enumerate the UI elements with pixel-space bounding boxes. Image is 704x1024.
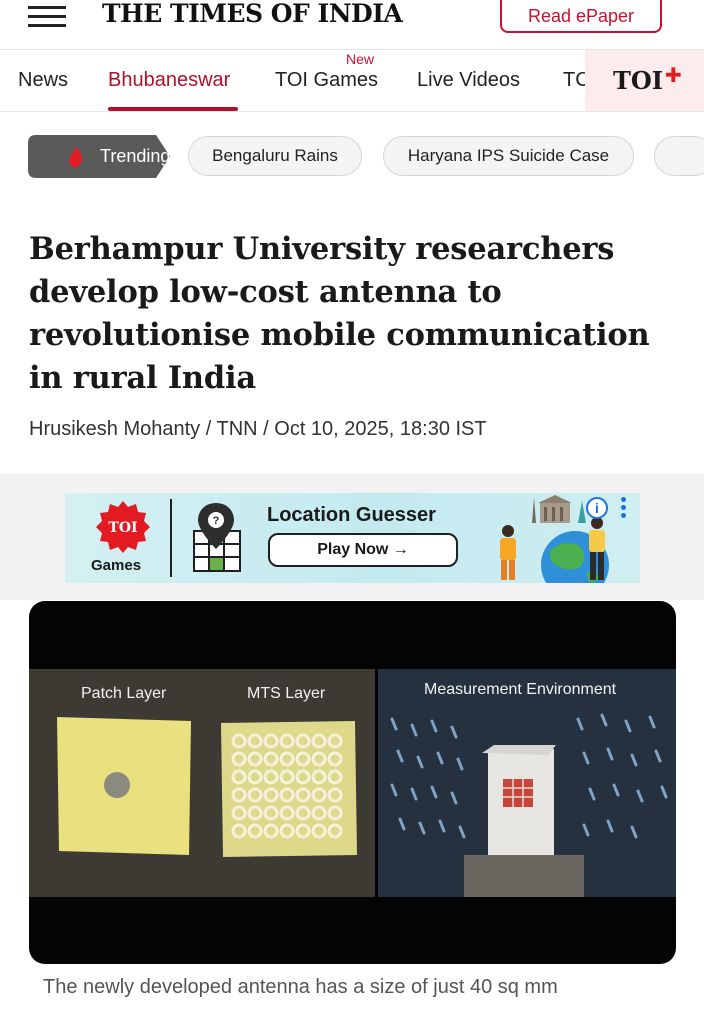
ad-divider (170, 499, 172, 577)
nav-item-news[interactable]: News (18, 69, 68, 92)
photo-panel-layers: Patch Layer MTS Layer (29, 669, 375, 897)
nav-item-bhubaneswar[interactable]: Bhubaneswar (108, 69, 230, 92)
toi-plus-button[interactable]: TOI ✚ (585, 50, 704, 111)
site-logo[interactable]: THE TIMES OF INDIA (102, 0, 403, 28)
article-byline: Hrusikesh Mohanty / TNN / Oct 10, 2025, … (29, 418, 487, 440)
active-tab-indicator (108, 107, 238, 111)
svg-text:?: ? (213, 515, 220, 527)
trending-chip-haryana-ips[interactable]: Haryana IPS Suicide Case (383, 136, 634, 176)
photo-panel-measurement: Measurement Environment (378, 669, 676, 897)
ad-brand-sub: Games (91, 557, 142, 574)
trending-label: Trending (100, 146, 171, 166)
measurement-environment-label: Measurement Environment (424, 681, 617, 698)
ad-play-now-button[interactable]: Play Now → (268, 533, 458, 567)
article-headline: Berhampur University researchers develop… (29, 231, 650, 396)
flame-icon (69, 146, 83, 168)
new-badge: New (346, 51, 375, 67)
trending-chip-truncated[interactable] (654, 136, 704, 176)
menu-icon[interactable] (28, 6, 66, 28)
ad-more-icon[interactable] (621, 497, 627, 521)
top-header: THE TIMES OF INDIA Read ePaper (0, 0, 704, 50)
map-pin-icon: ? (193, 503, 241, 572)
toi-games-ad-banner[interactable]: TOI Games ? Location Guesser Play Now → (65, 493, 640, 583)
antenna-layers-illustration (57, 717, 357, 857)
nav-item-live-videos[interactable]: Live Videos (417, 69, 520, 92)
article-image: Patch Layer MTS Layer Measurement Enviro… (29, 601, 676, 964)
nav-item-toi-games[interactable]: TOI Games (275, 69, 378, 92)
ad-title: Location Guesser (267, 504, 436, 526)
ad-zone: TOI Games ? Location Guesser Play Now → (0, 474, 704, 600)
toi-games-logo-text: TOI (108, 520, 137, 536)
trending-bar: Trending Bengaluru Rains Haryana IPS Sui… (0, 134, 704, 180)
trending-tag[interactable]: Trending (28, 135, 170, 178)
plus-icon: ✚ (665, 65, 682, 87)
ad-info-icon[interactable]: i (586, 497, 608, 519)
section-nav: News Bhubaneswar New TOI Games Live Vide… (0, 50, 704, 112)
read-epaper-button[interactable]: Read ePaper (500, 0, 662, 33)
anechoic-chamber-illustration (378, 669, 676, 897)
toi-games-logo: TOI (96, 501, 150, 553)
patch-layer-label: Patch Layer (81, 685, 167, 702)
trending-chip-bengaluru-rains[interactable]: Bengaluru Rains (188, 136, 362, 176)
toi-plus-logo: TOI (613, 66, 663, 95)
image-caption: The newly developed antenna has a size o… (43, 976, 558, 998)
mts-layer-label: MTS Layer (247, 685, 326, 702)
